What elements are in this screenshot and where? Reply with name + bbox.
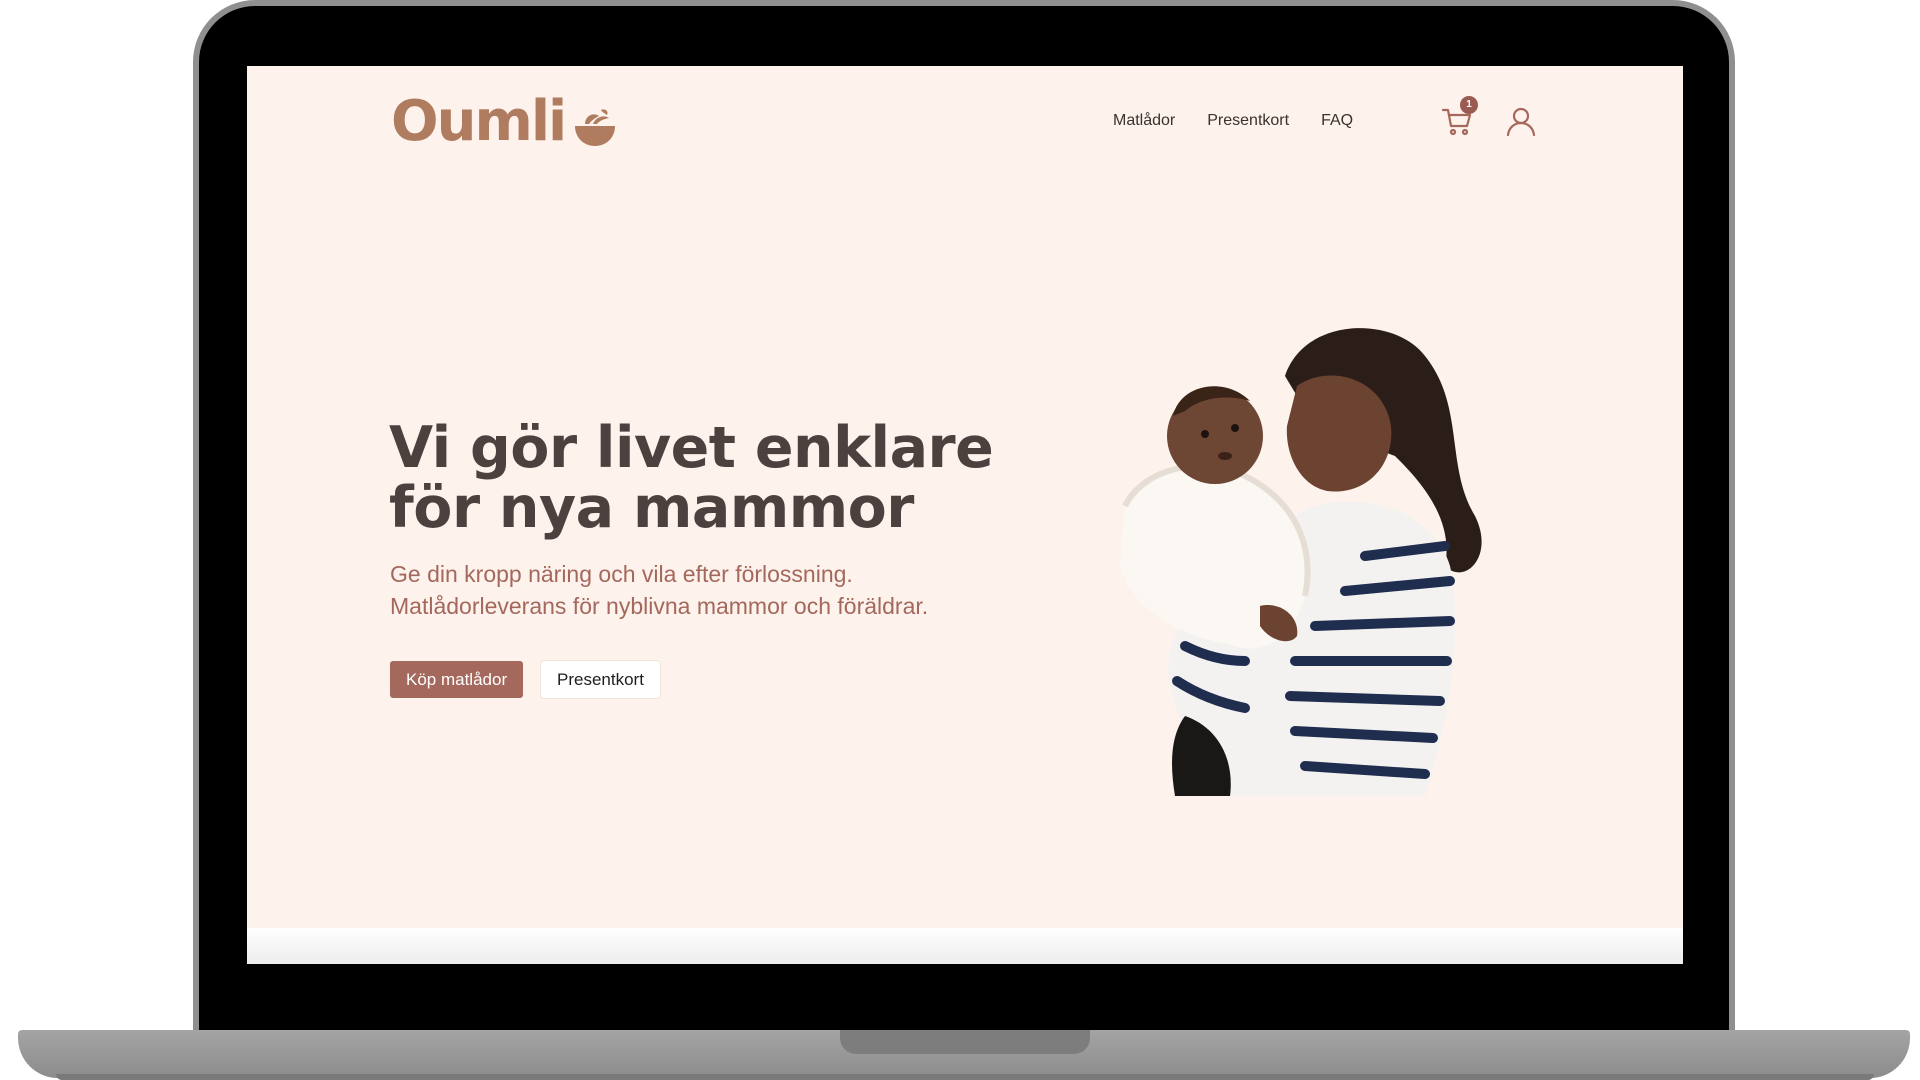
hero-title-line-2: för nya mammor bbox=[389, 475, 914, 541]
brand-logo[interactable]: Oumli bbox=[391, 86, 619, 156]
next-section-edge bbox=[247, 928, 1683, 964]
hero-subtitle-line-2: Matlådorleverans för nyblivna mammor och… bbox=[390, 593, 929, 619]
user-icon bbox=[1506, 107, 1536, 137]
hero-photo-mother-and-baby bbox=[1120, 328, 1482, 796]
bowl-icon bbox=[575, 109, 616, 146]
laptop-base-foot bbox=[56, 1074, 1874, 1080]
hero-title: Vi gör livet enklare för nya mammor bbox=[389, 418, 1009, 538]
hero-subtitle: Ge din kropp näring och vila efter förlo… bbox=[390, 558, 1010, 622]
nav-item-faq[interactable]: FAQ bbox=[1321, 112, 1353, 130]
cart-count-badge: 1 bbox=[1460, 96, 1478, 114]
main-nav: Matlådor Presentkort FAQ bbox=[1113, 112, 1353, 130]
laptop-notch bbox=[840, 1030, 1090, 1054]
website-screen: Oumli Matlådor Presentkort FAQ 1 Vi gör … bbox=[247, 66, 1683, 964]
logo-text: Oumli bbox=[391, 88, 567, 154]
gift-card-button[interactable]: Presentkort bbox=[541, 661, 660, 698]
nav-item-matladar[interactable]: Matlådor bbox=[1113, 112, 1175, 130]
account-button[interactable] bbox=[1504, 104, 1538, 138]
laptop-mockup: Oumli Matlådor Presentkort FAQ 1 Vi gör … bbox=[0, 0, 1920, 1080]
cart-button[interactable]: 1 bbox=[1440, 96, 1478, 138]
nav-item-presentkort[interactable]: Presentkort bbox=[1207, 112, 1289, 130]
buy-meal-boxes-button[interactable]: Köp matlådor bbox=[390, 661, 524, 698]
hero-subtitle-line-1: Ge din kropp näring och vila efter förlo… bbox=[390, 561, 853, 587]
hero-title-line-1: Vi gör livet enklare bbox=[389, 415, 994, 481]
